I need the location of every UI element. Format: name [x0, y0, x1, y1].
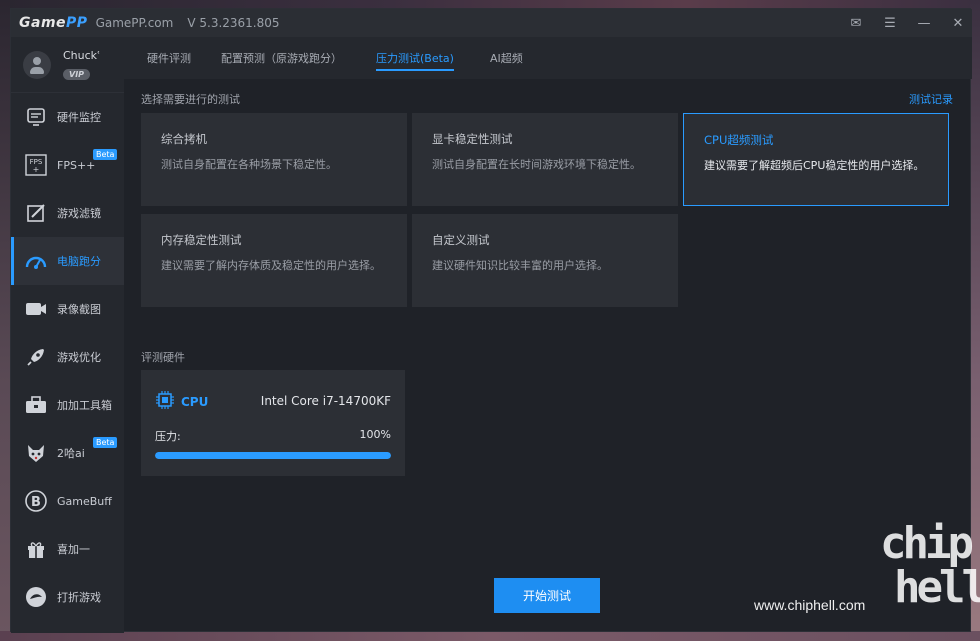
sale-icon [23, 584, 49, 610]
watermark-site: www.chiphell.com [754, 597, 866, 613]
vip-badge: VIP [63, 68, 91, 80]
chiphell-logo-top: chip [880, 518, 974, 569]
sidebar-item-6[interactable]: 加加工具箱 [11, 381, 124, 429]
fps-icon: FPS + [23, 152, 49, 178]
sidebar-item-1[interactable]: FPS + FPS++ Beta [11, 141, 124, 189]
sidebar-item-label: 游戏滤镜 [57, 207, 101, 220]
avatar[interactable] [23, 50, 51, 79]
gamepp-window: GamePP GamePP.com V 5.3.2361.805 ✉ ☰ — ✕… [10, 8, 972, 633]
card-title: CPU超频测试 [704, 133, 774, 147]
cpu-model: Intel Core i7-14700KF [260, 394, 391, 408]
start-test-button[interactable]: 开始测试 [494, 578, 600, 613]
load-progress-fill [155, 452, 391, 459]
rocket-icon [23, 344, 49, 370]
sidebar-item-label: GameBuff [57, 494, 112, 508]
mail-icon[interactable]: ✉ [848, 16, 864, 31]
gamebuff-icon: B [23, 488, 49, 514]
sidebar-item-9[interactable]: 喜加一 [11, 525, 124, 573]
card-desc: 建议需要了解内存体质及稳定性的用户选择。 [161, 259, 381, 272]
sidebar-item-label: FPS++ [57, 158, 96, 172]
desktop-background-left [0, 0, 10, 641]
sidebar-item-7[interactable]: 2哈ai Beta [11, 429, 124, 477]
hardware-label: 评测硬件 [141, 351, 185, 364]
card-cpu-overclock[interactable]: CPU超频测试 建议需要了解超频后CPU稳定性的用户选择。 [683, 113, 949, 206]
window-controls: ✉ ☰ — ✕ [848, 9, 966, 37]
cpu-type-label: CPU [181, 395, 209, 409]
sidebar-item-8[interactable]: B GameBuff [11, 477, 124, 525]
svg-text:+: + [33, 165, 40, 174]
user-name: Chuckʿ [63, 48, 101, 62]
load-value: 100% [359, 428, 391, 441]
select-test-label: 选择需要进行的测试 [141, 93, 240, 106]
monitor-icon [23, 104, 49, 130]
card-title: 内存稳定性测试 [161, 233, 242, 247]
card-custom-test[interactable]: 自定义测试 建议硬件知识比较丰富的用户选择。 [412, 214, 678, 307]
card-desc: 建议需要了解超频后CPU稳定性的用户选择。 [704, 159, 925, 172]
svg-text:B: B [31, 495, 41, 510]
sidebar-item-2[interactable]: 游戏滤镜 [11, 189, 124, 237]
sidebar-item-label: 硬件监控 [57, 111, 101, 124]
sidebar-item-0[interactable]: 硬件监控 [11, 93, 124, 141]
sidebar-item-4[interactable]: 录像截图 [11, 285, 124, 333]
card-title: 显卡稳定性测试 [432, 132, 513, 146]
sidebar-item-10[interactable]: 打折游戏 [11, 573, 124, 621]
gauge-icon [23, 248, 49, 274]
sidebar: Chuckʿ VIP 硬件监控 FPS + FPS++ Beta 游戏滤镜 电脑跑分 录像截图… [11, 37, 124, 633]
card-title: 综合拷机 [161, 132, 207, 146]
gift-icon [23, 536, 49, 562]
hardware-card: CPU Intel Core i7-14700KF 压力: 100% [141, 370, 405, 476]
desktop-background-right [970, 0, 980, 641]
card-desc: 测试自身配置在长时间游戏环境下稳定性。 [432, 158, 641, 171]
sidebar-item-label: 喜加一 [57, 543, 90, 556]
minimize-icon[interactable]: — [916, 16, 932, 31]
toolbox-icon [23, 392, 49, 418]
load-progress-bar [155, 452, 391, 459]
site-label: GamePP.com [95, 16, 174, 30]
menu-icon[interactable]: ☰ [882, 16, 898, 31]
desktop-background-bottom [0, 631, 980, 641]
cpu-chip-icon [155, 390, 175, 414]
card-gpu-stability[interactable]: 显卡稳定性测试 测试自身配置在长时间游戏环境下稳定性。 [412, 113, 678, 206]
title-bar[interactable]: GamePP GamePP.com V 5.3.2361.805 ✉ ☰ — ✕ [11, 9, 972, 37]
tab-ai-overclock[interactable]: AI超频 [490, 37, 523, 79]
beta-tag: Beta [93, 149, 118, 160]
card-desc: 建议硬件知识比较丰富的用户选择。 [432, 259, 608, 272]
card-burn-in[interactable]: 综合拷机 测试自身配置在各种场景下稳定性。 [141, 113, 407, 206]
version-label: V 5.3.2361.805 [187, 16, 280, 30]
husky-icon [23, 440, 49, 466]
top-tabs: 硬件评测 配置预测（原游戏跑分） 压力测试(Beta) AI超频 [124, 37, 972, 79]
card-title: 自定义测试 [432, 233, 490, 247]
sidebar-item-label: 游戏优化 [57, 351, 101, 364]
beta-tag: Beta [93, 437, 118, 448]
close-icon[interactable]: ✕ [950, 16, 966, 31]
card-memory-stability[interactable]: 内存稳定性测试 建议需要了解内存体质及稳定性的用户选择。 [141, 214, 407, 307]
sidebar-item-label: 录像截图 [57, 303, 101, 316]
sidebar-item-label: 2哈ai [57, 447, 85, 460]
sidebar-item-label: 电脑跑分 [57, 255, 101, 268]
sidebar-item-label: 打折游戏 [57, 591, 101, 604]
app-logo: GamePP [19, 15, 88, 31]
sidebar-item-5[interactable]: 游戏优化 [11, 333, 124, 381]
sidebar-item-label: 加加工具箱 [57, 399, 112, 412]
chiphell-logo-bottom: hell [894, 562, 980, 613]
load-label: 压力: [155, 430, 181, 443]
sidebar-item-3[interactable]: 电脑跑分 [11, 237, 124, 285]
user-profile[interactable]: Chuckʿ VIP [11, 37, 124, 93]
tab-stress-test[interactable]: 压力测试(Beta) [376, 37, 454, 79]
test-record-link[interactable]: 测试记录 [909, 91, 953, 107]
tab-hardware-eval[interactable]: 硬件评测 [147, 37, 191, 79]
filter-icon [23, 200, 49, 226]
camera-icon [23, 296, 49, 322]
tab-config-predict[interactable]: 配置预测（原游戏跑分） [221, 37, 342, 79]
card-desc: 测试自身配置在各种场景下稳定性。 [161, 158, 337, 171]
